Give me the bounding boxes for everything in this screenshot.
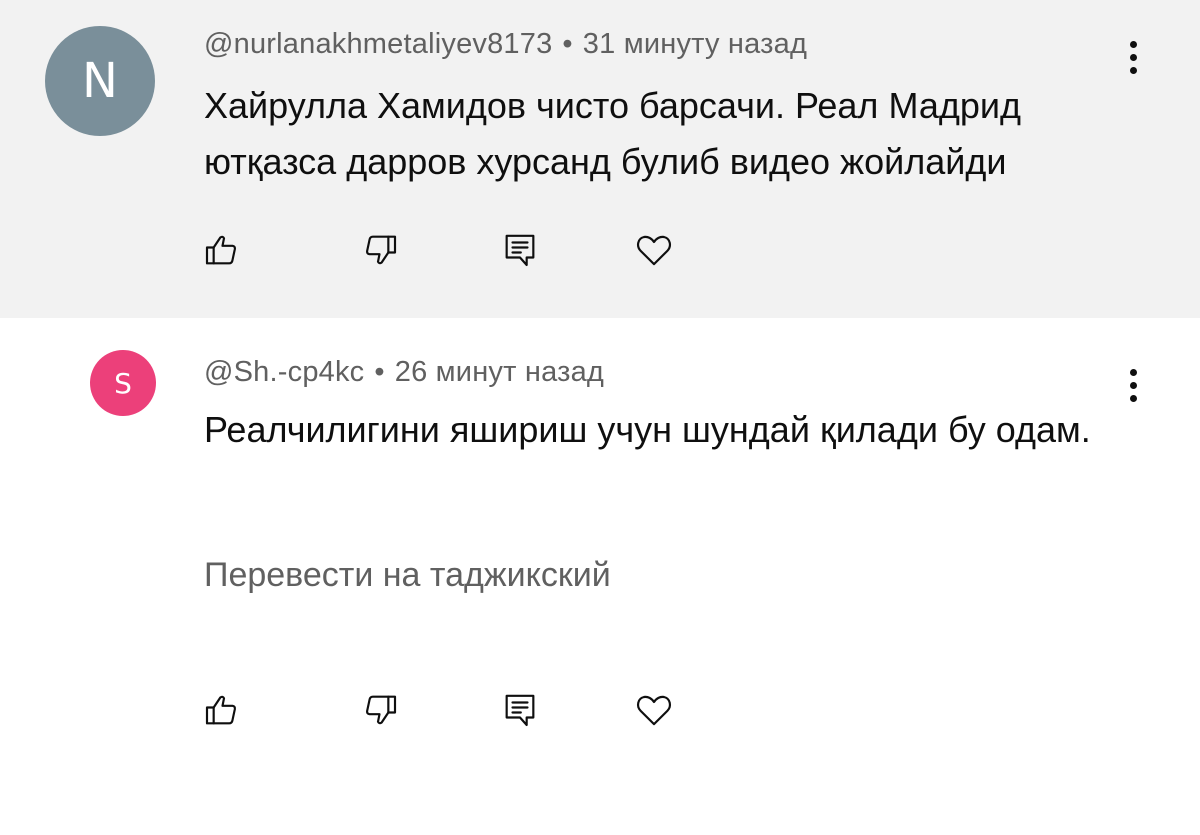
- author-name[interactable]: @nurlanakhmetaliyev8173: [204, 28, 552, 60]
- meta-separator: •: [374, 356, 385, 388]
- thumbs-down-icon: [366, 695, 397, 725]
- like-button[interactable]: [200, 228, 244, 272]
- comment-1: N @nurlanakhmetaliyev8173 • 31 минуту наза…: [0, 0, 1200, 318]
- more-vertical-icon[interactable]: [1118, 34, 1148, 80]
- dislike-button[interactable]: [358, 228, 402, 272]
- avatar[interactable]: N: [45, 26, 155, 136]
- reply-icon: [505, 694, 535, 727]
- heart-button[interactable]: [632, 688, 676, 732]
- comment-time[interactable]: 31 минуту назад: [583, 28, 807, 60]
- avatar-letter: N: [82, 53, 118, 109]
- avatar[interactable]: S: [90, 350, 156, 416]
- comment-time[interactable]: 26 минут назад: [395, 356, 604, 388]
- avatar-letter: S: [114, 366, 132, 400]
- reply-button[interactable]: [498, 228, 542, 272]
- author-name[interactable]: @Sh.-cp4kc: [204, 356, 364, 388]
- translate-link[interactable]: Перевести на таджикский: [204, 556, 611, 595]
- thumbs-up-icon: [205, 235, 236, 265]
- reply-icon: [505, 234, 535, 267]
- comment-meta: @Sh.-cp4kc • 26 минут назад: [204, 356, 604, 389]
- like-button[interactable]: [200, 688, 244, 732]
- comment-meta: @nurlanakhmetaliyev8173 • 31 минуту назад: [204, 28, 807, 61]
- comment-text: Реалчилигини яшириш учун шундай қилади б…: [204, 409, 1091, 450]
- meta-separator: •: [562, 28, 573, 60]
- dislike-button[interactable]: [358, 688, 402, 732]
- comment-text: Хайрулла Хамидов чисто барсачи. Реал Мад…: [204, 85, 1021, 182]
- thumbs-up-icon: [205, 695, 236, 725]
- comment-actions: [200, 228, 700, 272]
- reply-button[interactable]: [498, 688, 542, 732]
- comment-2: S @Sh.-cp4kc • 26 минут назад Реалчилигини…: [0, 318, 1200, 835]
- thumbs-down-icon: [366, 235, 397, 265]
- heart-icon: [636, 695, 672, 726]
- heart-icon: [636, 235, 672, 266]
- heart-button[interactable]: [632, 228, 676, 272]
- comment-actions: [200, 688, 700, 732]
